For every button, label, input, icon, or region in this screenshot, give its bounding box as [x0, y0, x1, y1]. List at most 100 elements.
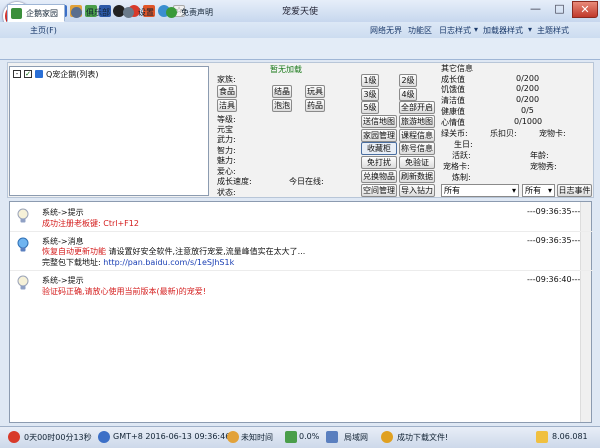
tree-root-label: Q宠企鹅(列表) — [46, 70, 99, 79]
log-entry-1-title: 系统->提示 — [42, 208, 84, 217]
force-label: 武力: — [217, 135, 236, 144]
compass-icon — [71, 7, 82, 18]
state-label: 状态: — [217, 188, 236, 197]
space-manage-button[interactable]: 空间管理 — [361, 184, 397, 197]
menu-loader-style[interactable]: 加载器样式 — [483, 25, 523, 36]
mood-value: 0/1000 — [514, 117, 543, 126]
log-divider — [10, 270, 593, 271]
alarm-icon — [227, 431, 239, 443]
birthday-label: 生日: — [454, 140, 473, 149]
pet-card-label: 宠物卡: — [539, 129, 566, 138]
growth-speed-label: 成长速度: — [217, 177, 252, 186]
chevron-down-icon[interactable]: ▾ — [474, 25, 478, 34]
filter-select-2[interactable]: 所有 — [522, 184, 555, 197]
online-today-label: 今日在线: — [289, 177, 324, 186]
download-status: 成功下载文件! — [397, 433, 449, 442]
refresh-data-button[interactable]: 刷新数据 — [399, 170, 435, 183]
charm-label: 魅力: — [217, 156, 236, 165]
tab-club[interactable]: 俱乐部 — [68, 4, 118, 22]
menu-network[interactable]: 网络无界 — [370, 25, 402, 36]
log-entry-2-message: 恢复自动更新功能 请设置好安全软件,注意放行宠爱,流量峰值实在太大了... — [42, 246, 305, 257]
active-label: 活跃: — [452, 151, 471, 160]
crystal-button[interactable]: 结晶 — [272, 85, 292, 98]
log-entry-2-time: ---09:36:35--- — [527, 236, 581, 245]
log-panel[interactable] — [9, 201, 592, 423]
bulb-icon — [17, 237, 29, 252]
log-event-button[interactable]: 日志事件 — [557, 184, 592, 197]
penguin-icon — [35, 70, 43, 78]
level-4-button[interactable]: 4级 — [399, 88, 417, 101]
log-scrollbar[interactable] — [580, 202, 591, 422]
family-label: 家族: — [217, 75, 236, 84]
hunger-value-label: 饥饿值 — [441, 85, 465, 94]
mail-map-button[interactable]: 送信地图 — [361, 115, 397, 128]
medicine-button[interactable]: 药品 — [305, 99, 325, 112]
download-link[interactable]: http://pan.baidu.com/s/1eSJhS1k — [103, 258, 234, 267]
title-info-button[interactable]: 称号信息 — [399, 142, 435, 155]
menu-functions[interactable]: 功能区 — [408, 25, 432, 36]
hunger-value: 0/200 — [516, 84, 540, 93]
growth-value: 0/200 — [516, 74, 540, 83]
refine-label: 炼制: — [452, 173, 471, 182]
log-entry-3-title: 系统->提示 — [42, 276, 84, 285]
do-not-disturb-button[interactable]: 免打扰 — [361, 156, 397, 169]
card-label: 宠格卡: — [443, 162, 470, 171]
log-entry-3-time: ---09:36:40--- — [527, 275, 581, 284]
tab-settings[interactable]: 设置 — [120, 4, 160, 22]
chevron-down-icon[interactable]: ▾ — [528, 25, 532, 34]
clock-icon — [98, 431, 110, 443]
minimize-button[interactable]: — — [524, 1, 547, 18]
uptime: 0天00时00分13秒 — [24, 433, 92, 442]
log-entry-2-download: 完整包下载地址: http://pan.baidu.com/s/1eSJhS1k — [42, 257, 234, 268]
coins-label: 绿关币: — [441, 129, 468, 138]
download-icon — [381, 431, 393, 443]
other-info-header: 其它信息 — [441, 64, 473, 73]
log-divider — [10, 231, 593, 232]
log-entry-2-rest: 请设置好安全软件,注意放行宠爱,流量峰值实在太大了... — [106, 247, 306, 256]
close-button[interactable]: ✕ — [572, 1, 598, 18]
filter-select-1[interactable]: 所有 — [441, 184, 519, 197]
food-button[interactable]: 食品 — [217, 85, 237, 98]
collection-button[interactable]: 收藏柜 — [361, 142, 397, 155]
log-entry-1-time: ---09:36:35--- — [527, 207, 581, 216]
tab-bar — [0, 38, 600, 60]
unknown-time: 未知时间 — [241, 433, 273, 442]
health-value: 0/5 — [521, 106, 534, 115]
menu-log-style[interactable]: 日志样式 — [439, 25, 471, 36]
toy-button[interactable]: 玩具 — [305, 85, 325, 98]
menu-home[interactable]: 主页(F) — [30, 25, 57, 36]
skip-verify-button[interactable]: 免验证 — [399, 156, 435, 169]
bandwidth-icon — [285, 431, 297, 443]
import-power-button[interactable]: 导入钻力 — [399, 184, 435, 197]
home-manage-button[interactable]: 家园管理 — [361, 129, 397, 142]
gear-icon — [123, 7, 134, 18]
version-text: 8.06.081 — [552, 432, 588, 441]
level-5-button[interactable]: 5级 — [361, 101, 379, 114]
clean-value-label: 清洁值 — [441, 96, 465, 105]
travel-map-button[interactable]: 旅游地图 — [399, 115, 435, 128]
bubble-button[interactable]: 泡泡 — [272, 99, 292, 112]
level-3-button[interactable]: 3级 — [361, 88, 379, 101]
level-1-button[interactable]: 1级 — [361, 74, 379, 87]
bulb-icon — [17, 275, 29, 290]
people-icon — [166, 7, 177, 18]
tree-expand-icon[interactable]: - — [13, 70, 21, 78]
level-2-button[interactable]: 2级 — [399, 74, 417, 87]
exchange-items-button[interactable]: 兑换物品 — [361, 170, 397, 183]
maximize-button[interactable]: □ — [548, 1, 571, 18]
course-info-button[interactable]: 课程信息 — [399, 129, 435, 142]
pet-status: 暂无加载 — [270, 65, 302, 74]
pet-tree[interactable]: - ✓ Q宠企鹅(列表) — [9, 66, 209, 196]
tab-penguin-home[interactable]: 企鹅家园 — [7, 4, 65, 22]
network-text: 局域网 — [344, 433, 368, 442]
open-all-button[interactable]: 全部开启 — [399, 101, 435, 114]
tab-disclaimer[interactable]: 免责声明 — [163, 4, 221, 22]
clock-text: GMT+8 2016-06-13 09:36:46 — [113, 432, 231, 441]
cleaner-button[interactable]: 洁具 — [217, 99, 237, 112]
lebei-label: 乐扣贝: — [490, 129, 517, 138]
download-label: 完整包下载地址: — [42, 258, 104, 267]
mood-value-label: 心情值 — [441, 118, 465, 127]
menu-theme-style[interactable]: 主题样式 — [537, 25, 569, 36]
checkbox-icon[interactable]: ✓ — [24, 70, 32, 78]
house-icon — [11, 8, 22, 19]
